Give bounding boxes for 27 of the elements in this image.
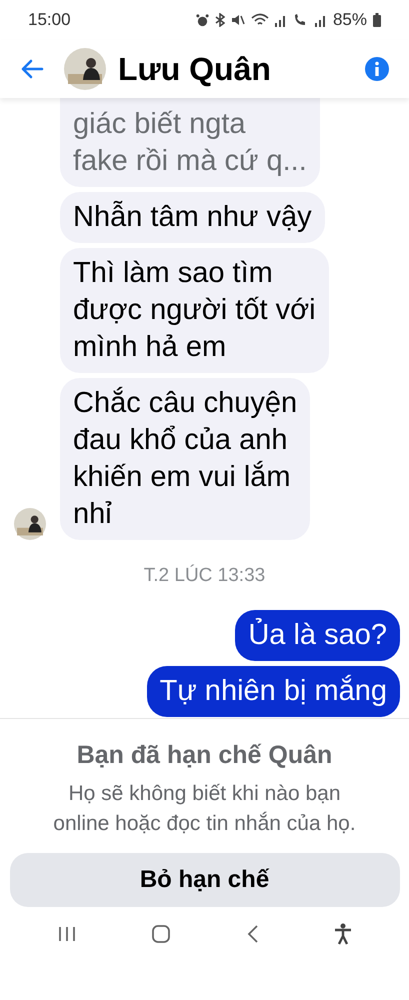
- avatar[interactable]: [64, 48, 106, 90]
- alarm-icon: [196, 14, 209, 26]
- mute-icon: [230, 13, 245, 27]
- info-icon[interactable]: [365, 57, 389, 81]
- message-bubble: Thì làm sao tìm được người tốt với mình hả em: [60, 248, 329, 373]
- message-bubble: Nhẫn tâm như vậy: [60, 192, 325, 243]
- accessibility-icon[interactable]: [334, 922, 352, 944]
- contact-name: Lưu Quân: [118, 50, 271, 89]
- back-icon[interactable]: [246, 924, 260, 944]
- restricted-title: Bạn đã hạn chế Quân: [76, 740, 332, 771]
- unrestrict-button[interactable]: Bỏ hạn chế: [10, 852, 400, 906]
- status-time: 15:00: [28, 9, 71, 32]
- battery-icon: [373, 13, 381, 27]
- back-arrow-icon[interactable]: [20, 59, 44, 79]
- message-bubble: Ủa là sao?: [235, 610, 400, 660]
- recent-apps-icon[interactable]: [57, 924, 78, 942]
- signal-icon: [314, 13, 327, 27]
- message-bubble: Chắc câu chuyện đau khổ của anh khiến em vui lắm nhỉ: [60, 378, 310, 540]
- restricted-description: Họ sẽ không biết khi nào bạn online hoặc đọc tin nhắn của họ.: [52, 780, 357, 836]
- wifi-icon: [250, 13, 269, 27]
- signal-icon: [274, 13, 287, 27]
- message-bubble: giác biết ngta fake rồi mà cứ q...: [60, 98, 320, 187]
- home-icon[interactable]: [151, 924, 172, 944]
- message-bubble: Tự nhiên bị mắng: [146, 666, 400, 716]
- bluetooth-icon: [214, 13, 225, 27]
- battery-level: 85%: [332, 9, 367, 32]
- timestamp: T.2 LÚC 13:33: [144, 564, 266, 588]
